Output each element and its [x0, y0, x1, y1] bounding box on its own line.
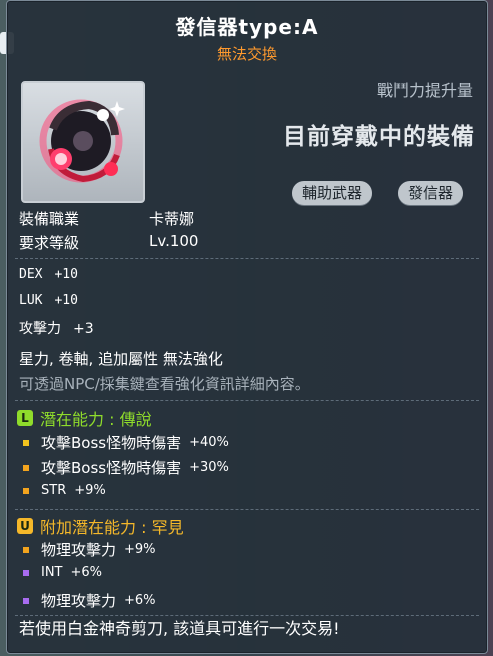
bullet-icon: [23, 597, 29, 604]
stat-name: LUK: [19, 293, 43, 308]
no-enhance-note: 星力, 卷軸, 追加屬性 無法強化: [19, 350, 223, 368]
potential-option: STR +9%: [23, 483, 106, 498]
option-text: STR: [41, 483, 67, 498]
stat-value: +10: [54, 267, 78, 282]
option-value: +9%: [74, 483, 106, 498]
bonus-potential-option: 物理攻擊力 +6%: [23, 590, 156, 611]
item-icon-frame: [21, 81, 145, 203]
bullet-icon: [23, 487, 29, 494]
bullet-icon: [23, 546, 29, 553]
scissors-trade-note: 若使用白金神奇剪刀, 該道具可進行一次交易!: [19, 619, 340, 638]
enhance-hint: 可透過NPC/採集鍵查看強化資訊詳細內容。: [19, 375, 310, 393]
bonus-potential-option: 物理攻擊力 +9%: [23, 539, 156, 560]
tag-secondary-weapon: 輔助武器: [292, 181, 373, 205]
bullet-icon: [23, 464, 29, 471]
bonus-potential-option: INT +6%: [23, 565, 102, 580]
req-level-label: 要求等級: [19, 234, 80, 252]
option-text: 物理攻擊力: [41, 541, 117, 559]
unique-badge-icon: U: [17, 518, 33, 534]
potential-option: 攻擊Boss怪物時傷害 +40%: [23, 432, 229, 453]
divider: [15, 258, 479, 259]
divider: [15, 509, 479, 510]
potential-title: 潛在能力 : 傳說: [40, 410, 152, 429]
option-value: +6%: [124, 593, 156, 608]
option-value: +40%: [189, 435, 229, 450]
divider: [15, 400, 479, 401]
legendary-badge-icon: L: [17, 410, 33, 426]
option-value: +30%: [189, 460, 229, 475]
title-block: 發信器type:A 無法交換: [7, 11, 487, 64]
power-increase-label: 戰鬥力提升量: [376, 81, 473, 100]
stat-name: 攻擊力: [19, 321, 61, 337]
req-job-row: 裝備職業 卡蒂娜: [19, 208, 194, 229]
option-text: 物理攻擊力: [41, 592, 117, 610]
stat-name: DEX: [19, 267, 43, 282]
option-text: INT: [41, 565, 63, 580]
equipped-status: 目前穿戴中的裝備: [283, 124, 475, 150]
stat-value: +3: [73, 321, 94, 337]
req-level-row: 要求等級 Lv.100: [19, 232, 198, 253]
option-value: +9%: [124, 542, 156, 557]
transmitter-icon: [39, 99, 125, 183]
stat-attack: 攻擊力 +3: [19, 318, 94, 338]
stat-value: +10: [54, 293, 78, 308]
potential-option: 攻擊Boss怪物時傷害 +30%: [23, 457, 229, 478]
item-tooltip: 發信器type:A 無法交換 戰鬥力提升量 目前穿戴中的裝備 輔助武器 發信器 …: [6, 0, 488, 654]
option-text: 攻擊Boss怪物時傷害: [41, 459, 182, 477]
stat-dex: DEX +10: [19, 267, 78, 282]
bullet-icon: [23, 439, 29, 446]
req-level-value: Lv.100: [149, 232, 199, 250]
potential-header: L 潛在能力 : 傳說: [17, 406, 152, 430]
trade-status: 無法交換: [216, 45, 277, 63]
bullet-icon: [23, 569, 29, 576]
stat-luk: LUK +10: [19, 293, 78, 308]
req-job-value: 卡蒂娜: [149, 210, 195, 228]
option-text: 攻擊Boss怪物時傷害: [41, 434, 182, 452]
bonus-potential-header: U 附加潛在能力 : 罕見: [17, 514, 184, 538]
item-name: 發信器type:A: [175, 15, 319, 39]
option-value: +6%: [70, 565, 103, 580]
req-job-label: 裝備職業: [19, 210, 80, 228]
bonus-potential-title: 附加潛在能力 : 罕見: [40, 518, 184, 537]
tag-transmitter: 發信器: [398, 181, 464, 205]
